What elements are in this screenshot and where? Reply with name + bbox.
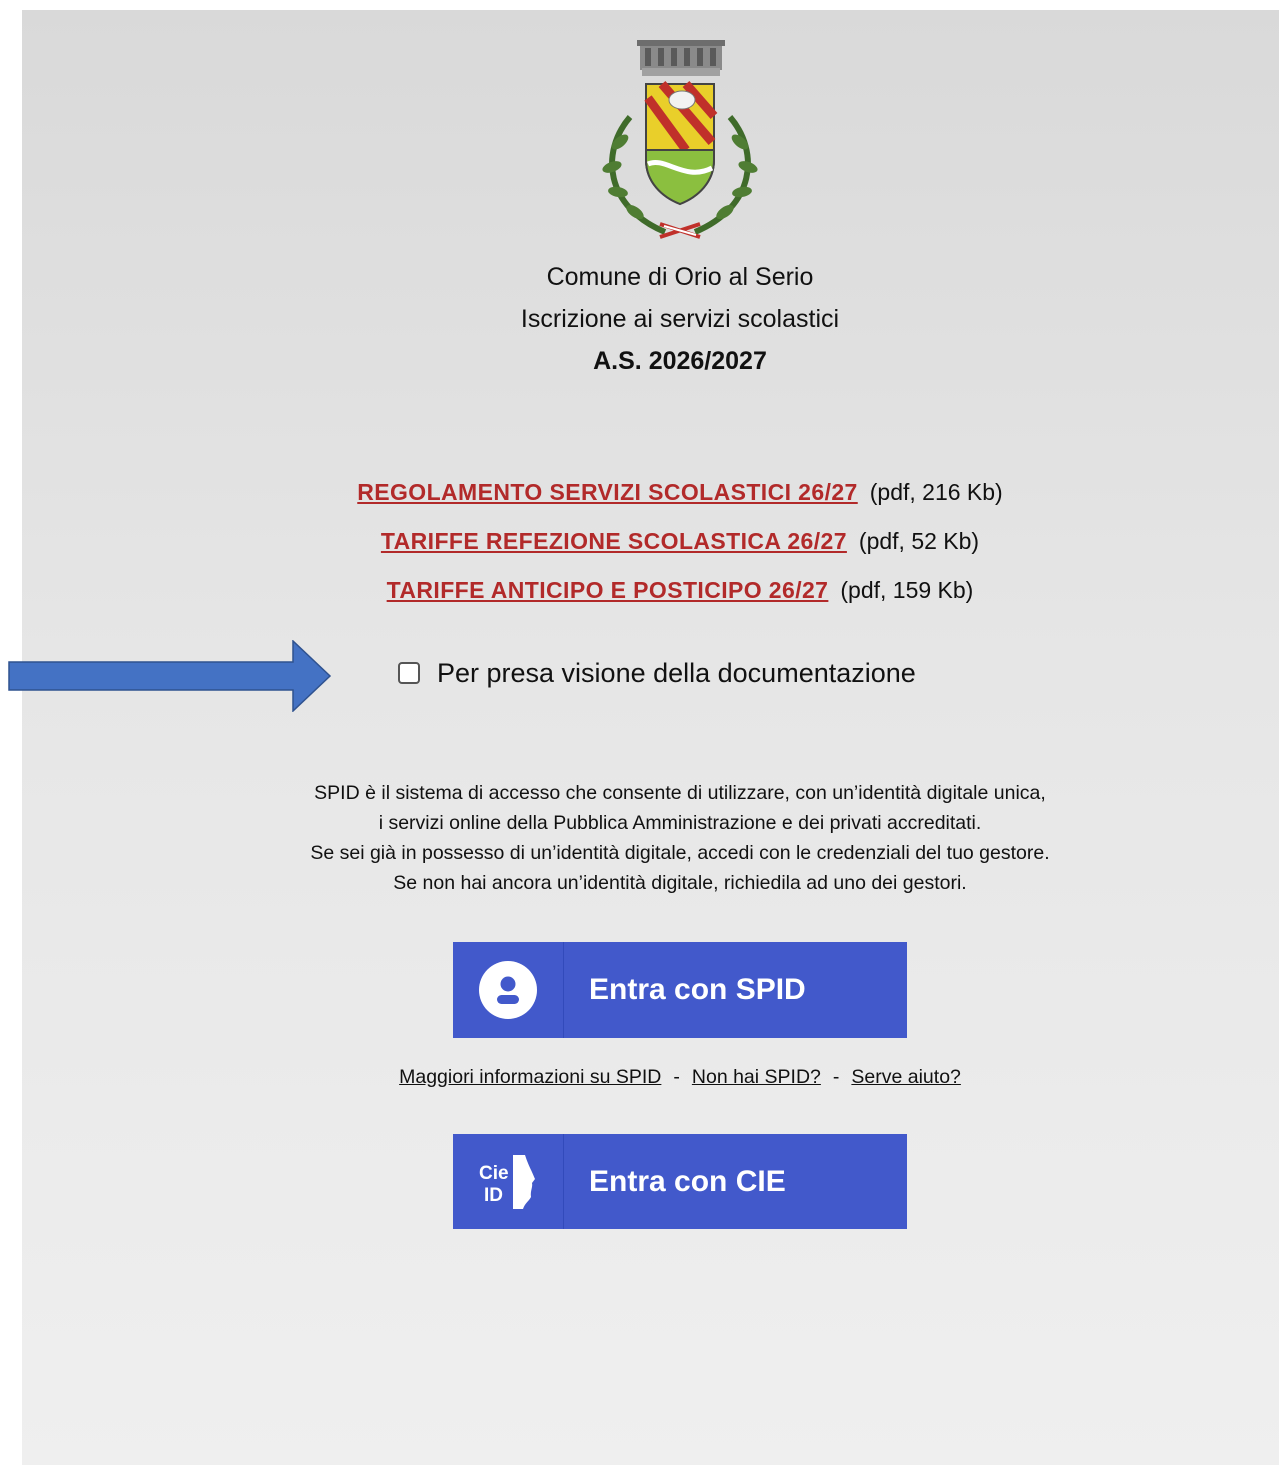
link-separator: - bbox=[673, 1066, 680, 1088]
spid-description: SPID è il sistema di accesso che consent… bbox=[0, 778, 1279, 898]
municipality-name: Comune di Orio al Serio bbox=[546, 263, 814, 291]
consent-checkbox-row[interactable]: Per presa visione della documentazione bbox=[398, 655, 916, 691]
cie-login-button[interactable]: Cie ID Entra con CIE bbox=[453, 1134, 907, 1229]
document-item: TARIFFE REFEZIONE SCOLASTICA 26/27 (pdf, … bbox=[0, 517, 1279, 566]
cie-id-logo-icon: Cie ID bbox=[479, 1154, 535, 1209]
document-link-regolamento[interactable]: REGOLAMENTO SERVIZI SCOLASTICI 26/27 bbox=[357, 479, 857, 505]
cie-button-label: Entra con CIE bbox=[589, 1164, 786, 1198]
spid-info-link[interactable]: Maggiori informazioni su SPID bbox=[399, 1066, 661, 1088]
no-spid-link[interactable]: Non hai SPID? bbox=[692, 1066, 821, 1088]
spid-button-label: Entra con SPID bbox=[589, 973, 806, 1006]
document-item: TARIFFE ANTICIPO E POSTICIPO 26/27 (pdf, … bbox=[0, 566, 1279, 615]
spid-description-line: Se non hai ancora un’identità digitale, … bbox=[393, 872, 967, 894]
cie-icon-cell: Cie ID bbox=[453, 1134, 564, 1229]
document-item: REGOLAMENTO SERVIZI SCOLASTICI 26/27 (pdf… bbox=[0, 468, 1279, 517]
pointer-arrow-icon bbox=[8, 640, 332, 712]
spid-description-line: SPID è il sistema di accesso che consent… bbox=[314, 782, 1046, 804]
document-meta: (pdf, 159 Kb) bbox=[840, 577, 974, 603]
spid-description-line: Se sei già in possesso di un’identità di… bbox=[310, 842, 1050, 864]
service-title: Iscrizione ai servizi scolastici bbox=[520, 305, 840, 333]
document-meta: (pdf, 52 Kb) bbox=[858, 528, 980, 554]
document-meta: (pdf, 216 Kb) bbox=[869, 479, 1003, 505]
spid-links: Maggiori informazioni su SPID - Non hai SP… bbox=[0, 1066, 1279, 1089]
consent-label: Per presa visione della documentazione bbox=[437, 657, 916, 688]
spid-description-line: i servizi online della Pubblica Amminist… bbox=[378, 812, 982, 834]
spid-login-button[interactable]: Entra con SPID bbox=[453, 942, 907, 1038]
municipality-crest bbox=[602, 40, 758, 239]
school-year: A.S. 2026/2027 bbox=[593, 347, 767, 375]
header-block: Comune di Orio al Serio Iscrizione ai se… bbox=[0, 256, 1279, 382]
user-icon bbox=[479, 961, 537, 1019]
spid-icon-cell bbox=[453, 942, 564, 1038]
consent-checkbox[interactable] bbox=[398, 662, 420, 684]
link-separator: - bbox=[832, 1066, 840, 1088]
spid-help-link[interactable]: Serve aiuto? bbox=[851, 1066, 961, 1088]
document-link-anticipo-posticipo[interactable]: TARIFFE ANTICIPO E POSTICIPO 26/27 bbox=[387, 577, 829, 603]
svg-text:Cie: Cie bbox=[479, 1163, 509, 1184]
svg-text:ID: ID bbox=[484, 1185, 503, 1206]
documents-list: REGOLAMENTO SERVIZI SCOLASTICI 26/27 (pdf… bbox=[0, 468, 1279, 615]
document-link-refezione[interactable]: TARIFFE REFEZIONE SCOLASTICA 26/27 bbox=[381, 528, 847, 554]
